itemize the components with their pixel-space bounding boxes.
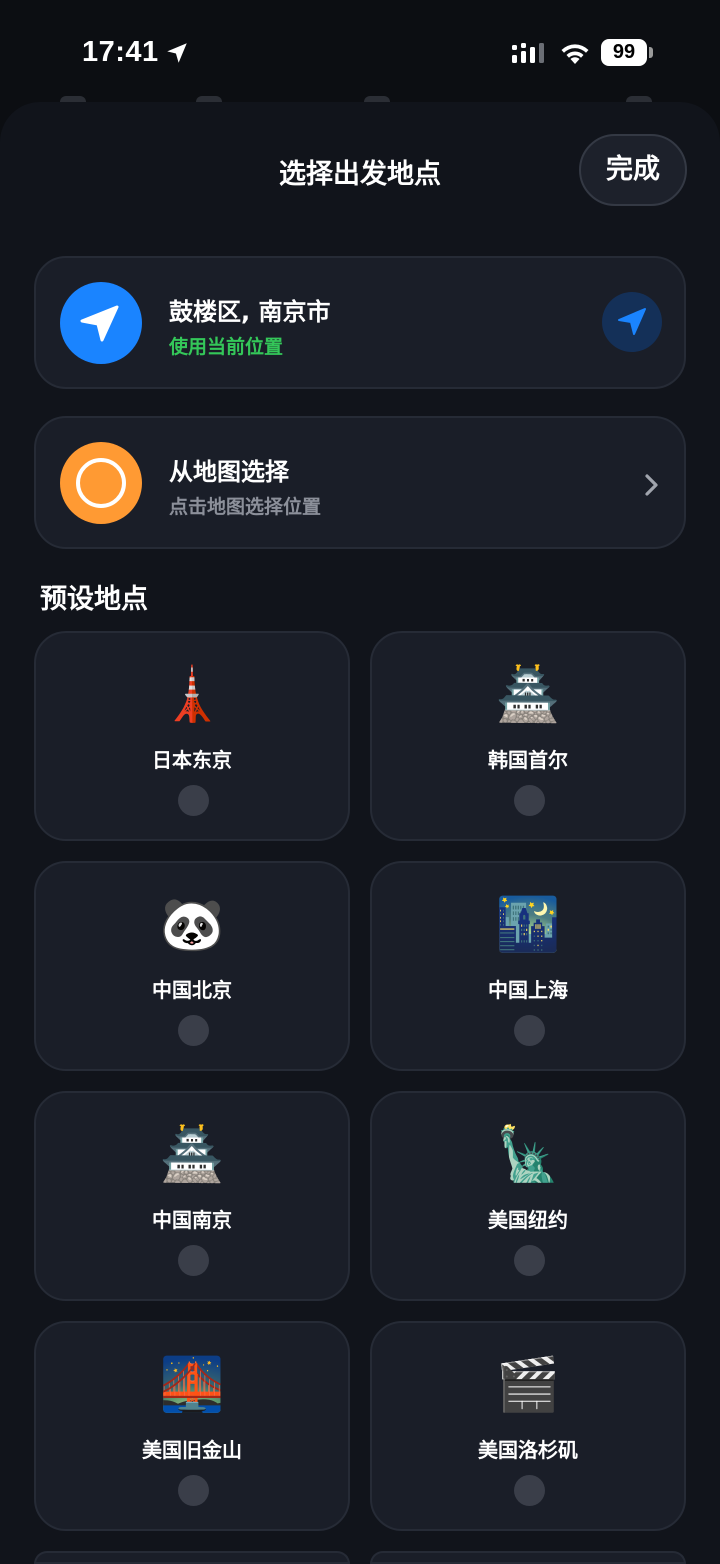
preset-label: 美国纽约	[488, 1208, 568, 1232]
preset-tile-beijing[interactable]: 🐼 中国北京	[34, 861, 350, 1071]
preset-label: 美国洛杉矶	[478, 1438, 578, 1462]
done-button[interactable]: 完成	[579, 134, 687, 206]
radio-button[interactable]	[178, 1015, 209, 1046]
battery-cap	[649, 47, 653, 58]
location-arrow-icon	[60, 282, 142, 364]
radio-button[interactable]	[514, 1475, 545, 1506]
panda-icon: 🐼	[159, 895, 225, 955]
radio-button[interactable]	[514, 785, 545, 816]
radio-button[interactable]	[514, 1015, 545, 1046]
preset-label: 中国南京	[152, 1208, 232, 1232]
select-from-map-title: 从地图选择	[169, 458, 289, 486]
preset-tile-seoul[interactable]: 🏯 韩国首尔	[370, 631, 686, 841]
wifi-icon	[561, 44, 589, 64]
tokyo-tower-icon: 🗼	[159, 665, 225, 725]
preset-tile-tokyo[interactable]: 🗼 日本东京	[34, 631, 350, 841]
preset-tile-partial[interactable]	[370, 1551, 686, 1564]
night-city-icon: 🌃	[495, 895, 561, 955]
preset-tile-partial[interactable]	[34, 1551, 350, 1564]
preset-tile-san-francisco[interactable]: 🌉 美国旧金山	[34, 1321, 350, 1531]
preset-tile-shanghai[interactable]: 🌃 中国上海	[370, 861, 686, 1071]
chevron-right-icon	[645, 474, 658, 496]
statue-of-liberty-icon: 🗽	[495, 1125, 561, 1185]
preset-section-title: 预设地点	[40, 584, 148, 615]
current-location-title: 鼓楼区, 南京市	[169, 298, 331, 326]
radio-button[interactable]	[178, 1475, 209, 1506]
preset-label: 韩国首尔	[488, 748, 568, 772]
status-bar: 17:41 99	[0, 0, 720, 100]
radio-button[interactable]	[178, 785, 209, 816]
battery-indicator: 99	[601, 39, 647, 66]
bridge-at-night-icon: 🌉	[159, 1355, 225, 1415]
castle-icon: 🏯	[495, 665, 561, 725]
radio-button[interactable]	[178, 1245, 209, 1276]
circle-target-icon	[60, 442, 142, 524]
preset-label: 中国上海	[488, 978, 568, 1002]
locate-me-icon[interactable]	[602, 292, 662, 352]
preset-tile-nanjing[interactable]: 🏯 中国南京	[34, 1091, 350, 1301]
select-from-map-option[interactable]: 从地图选择 点击地图选择位置	[34, 416, 686, 549]
preset-label: 中国北京	[152, 978, 232, 1002]
clapper-board-icon: 🎬	[495, 1355, 561, 1415]
preset-tile-new-york[interactable]: 🗽 美国纽约	[370, 1091, 686, 1301]
current-location-option[interactable]: 鼓楼区, 南京市 使用当前位置	[34, 256, 686, 389]
select-from-map-subtitle: 点击地图选择位置	[169, 496, 322, 518]
status-time: 17:41	[82, 36, 159, 68]
location-services-icon	[167, 43, 187, 63]
current-location-subtitle: 使用当前位置	[169, 336, 284, 358]
preset-tile-los-angeles[interactable]: 🎬 美国洛杉矶	[370, 1321, 686, 1531]
radio-button[interactable]	[514, 1245, 545, 1276]
preset-label: 美国旧金山	[142, 1438, 242, 1462]
preset-label: 日本东京	[152, 748, 232, 772]
cellular-signal-icon	[512, 43, 544, 63]
castle-icon: 🏯	[159, 1125, 225, 1185]
